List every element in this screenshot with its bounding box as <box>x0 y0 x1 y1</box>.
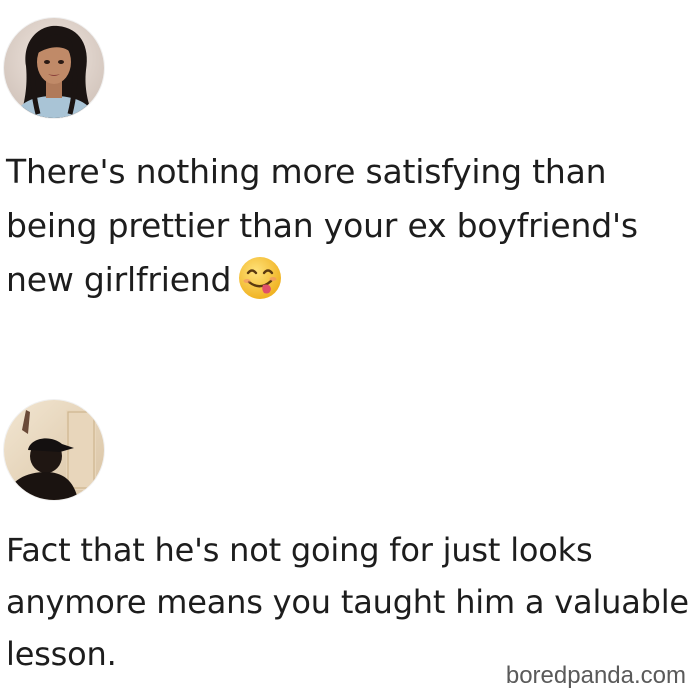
man-silhouette-image <box>4 400 104 500</box>
post-text-content: There's nothing more satisfying than bei… <box>6 152 638 299</box>
avatar[interactable] <box>4 400 104 500</box>
avatar[interactable] <box>4 18 104 118</box>
face-savoring-food-icon <box>239 257 282 299</box>
watermark: boredpanda.com <box>505 662 686 689</box>
post-text: Fact that he's not going for just looks … <box>6 531 689 673</box>
woman-portrait-image <box>4 18 104 118</box>
post-text: There's nothing more satisfying than bei… <box>6 145 692 307</box>
